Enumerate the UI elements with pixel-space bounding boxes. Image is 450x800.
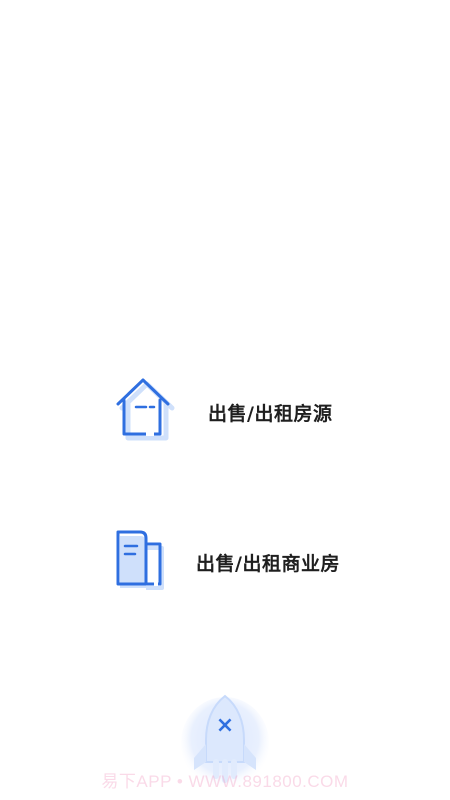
sell-rent-housing-label: 出售/出租房源 bbox=[208, 402, 333, 425]
sell-rent-commercial-label: 出售/出租商业房 bbox=[196, 552, 340, 575]
publish-menu-screen: 出售/出租房源 出售/出租商业房 × 易下APP • WWW.891800.CO… bbox=[0, 0, 450, 800]
house-icon bbox=[110, 376, 182, 446]
sell-rent-commercial-option[interactable]: 出售/出租商业房 bbox=[110, 526, 340, 596]
building-document-icon bbox=[110, 526, 182, 596]
sell-rent-housing-option[interactable]: 出售/出租房源 bbox=[110, 376, 332, 446]
watermark-text: 易下APP • WWW.891800.COM bbox=[101, 772, 349, 791]
close-icon[interactable]: × bbox=[213, 714, 237, 738]
